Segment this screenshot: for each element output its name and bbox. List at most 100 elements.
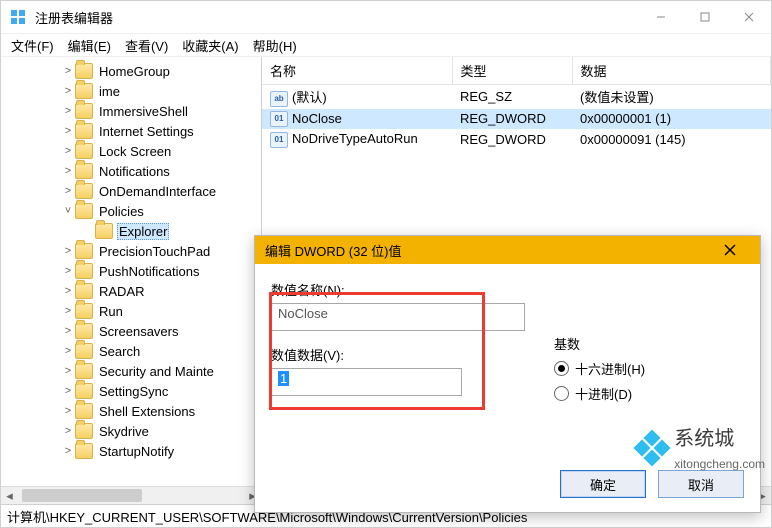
chevron-right-icon[interactable]: >	[61, 125, 75, 137]
tree-item[interactable]: >Shell Extensions	[1, 401, 261, 421]
menubar: 文件(F) 编辑(E) 查看(V) 收藏夹(A) 帮助(H)	[1, 34, 771, 57]
window-controls	[639, 1, 771, 33]
folder-icon	[75, 63, 93, 79]
value-data-label: 数值数据(V):	[271, 345, 524, 364]
value-type: REG_DWORD	[452, 109, 572, 130]
table-row[interactable]: NoDriveTypeAutoRunREG_DWORD0x00000091 (1…	[262, 129, 771, 150]
string-value-icon	[270, 91, 288, 107]
tree-item-label: RADAR	[97, 284, 147, 299]
value-name: NoDriveTypeAutoRun	[292, 131, 418, 146]
chevron-right-icon[interactable]: >	[61, 325, 75, 337]
watermark-logo-icon	[636, 432, 668, 464]
dialog-close-button[interactable]	[710, 236, 750, 264]
tree-item[interactable]: > StartupNotify	[1, 441, 261, 461]
value-name-label: 数值名称(N):	[271, 280, 524, 299]
chevron-right-icon[interactable]: >	[61, 65, 75, 77]
tree-item[interactable]: >Security and Mainte	[1, 361, 261, 381]
chevron-right-icon[interactable]: >	[61, 305, 75, 317]
tree-item[interactable]: >SettingSync	[1, 381, 261, 401]
chevron-right-icon[interactable]: >	[61, 165, 75, 177]
menu-fav[interactable]: 收藏夹(A)	[182, 36, 238, 55]
radix-label: 基数	[554, 334, 744, 353]
chevron-right-icon[interactable]: >	[61, 425, 75, 437]
minimize-button[interactable]	[639, 1, 683, 33]
chevron-right-icon[interactable]: >	[61, 105, 75, 117]
chevron-right-icon[interactable]: >	[61, 245, 75, 257]
value-data-input[interactable]: 1	[271, 368, 462, 396]
tree-item[interactable]: >HomeGroup	[1, 61, 261, 81]
folder-icon	[75, 183, 93, 199]
value-data: 0x00000001 (1)	[572, 109, 771, 130]
tree-item[interactable]: > RADAR	[1, 281, 261, 301]
tree-item[interactable]: >Internet Settings	[1, 121, 261, 141]
tree-item[interactable]: >ime	[1, 81, 261, 101]
tree-item[interactable]: > PrecisionTouchPad	[1, 241, 261, 261]
tree-item[interactable]: >Search	[1, 341, 261, 361]
tree-pane[interactable]: >HomeGroup>ime>ImmersiveShell>Internet S…	[1, 57, 262, 504]
tree-item[interactable]: >Lock Screen	[1, 141, 261, 161]
tree-item[interactable]: >OnDemandInterface	[1, 181, 261, 201]
tree-item[interactable]: > PushNotifications	[1, 261, 261, 281]
chevron-right-icon[interactable]: >	[61, 385, 75, 397]
tree-item[interactable]: >Skydrive	[1, 421, 261, 441]
regedit-window: 注册表编辑器 文件(F) 编辑(E) 查看(V) 收藏夹(A) 帮助(H) >H…	[0, 0, 772, 528]
menu-help[interactable]: 帮助(H)	[253, 36, 297, 55]
app-icon	[9, 8, 27, 26]
titlebar: 注册表编辑器	[1, 1, 771, 34]
table-row[interactable]: (默认)REG_SZ(数值未设置)	[262, 85, 771, 109]
chevron-right-icon[interactable]: >	[61, 265, 75, 277]
window-title: 注册表编辑器	[35, 8, 639, 27]
tree-item-label: PrecisionTouchPad	[97, 244, 212, 259]
folder-icon	[75, 403, 93, 419]
col-name[interactable]: 名称	[262, 57, 452, 85]
folder-icon	[75, 383, 93, 399]
menu-edit[interactable]: 编辑(E)	[68, 36, 111, 55]
body: >HomeGroup>ime>ImmersiveShell>Internet S…	[1, 57, 771, 504]
chevron-right-icon[interactable]: >	[61, 405, 75, 417]
chevron-right-icon[interactable]: >	[61, 285, 75, 297]
chevron-right-icon[interactable]: >	[61, 85, 75, 97]
dialog-title: 编辑 DWORD (32 位)值	[265, 241, 402, 260]
tree-item[interactable]: >Run	[1, 301, 261, 321]
col-data[interactable]: 数据	[572, 57, 771, 85]
dialog-titlebar: 编辑 DWORD (32 位)值	[255, 236, 760, 264]
value-name: (默认)	[292, 90, 327, 105]
tree-item[interactable]: Explorer	[1, 221, 261, 241]
tree-item-label: PushNotifications	[97, 264, 201, 279]
chevron-right-icon[interactable]: >	[61, 145, 75, 157]
folder-icon	[75, 163, 93, 179]
value-name-input[interactable]: NoClose	[271, 303, 525, 331]
cancel-button[interactable]: 取消	[658, 470, 744, 498]
folder-icon	[75, 263, 93, 279]
folder-icon	[75, 143, 93, 159]
tree-item[interactable]: ˅ Policies	[1, 201, 261, 221]
tree-item-label: Policies	[97, 204, 146, 219]
ok-button[interactable]: 确定	[560, 470, 646, 498]
tree-item-label: StartupNotify	[97, 444, 176, 459]
tree-item-label: Explorer	[117, 223, 169, 240]
chevron-right-icon[interactable]: >	[61, 345, 75, 357]
chevron-down-icon[interactable]: ˅	[61, 205, 75, 217]
tree-hscroll[interactable]: ◂ ▸	[1, 486, 261, 504]
menu-view[interactable]: 查看(V)	[125, 36, 168, 55]
tree-item[interactable]: >Notifications	[1, 161, 261, 181]
tree-item[interactable]: >ImmersiveShell	[1, 101, 261, 121]
chevron-right-icon[interactable]: >	[61, 185, 75, 197]
tree-item[interactable]: >Screensavers	[1, 321, 261, 341]
chevron-right-icon[interactable]: >	[61, 365, 75, 377]
close-button[interactable]	[727, 1, 771, 33]
scroll-left-icon[interactable]: ◂	[1, 487, 18, 504]
value-data: (数值未设置)	[572, 85, 771, 109]
chevron-right-icon[interactable]: >	[61, 445, 75, 457]
maximize-button[interactable]	[683, 1, 727, 33]
watermark-site: xitongcheng.com	[674, 457, 765, 471]
folder-icon	[75, 303, 93, 319]
folder-icon	[75, 123, 93, 139]
value-name: NoClose	[292, 111, 342, 126]
menu-file[interactable]: 文件(F)	[11, 36, 54, 55]
radix-dec-radio[interactable]: 十进制(D)	[554, 384, 744, 403]
binary-value-icon	[270, 111, 288, 127]
table-row[interactable]: NoClose REG_DWORD0x00000001 (1)	[262, 109, 771, 130]
col-type[interactable]: 类型	[452, 57, 572, 85]
radix-hex-radio[interactable]: 十六进制(H)	[554, 359, 744, 378]
